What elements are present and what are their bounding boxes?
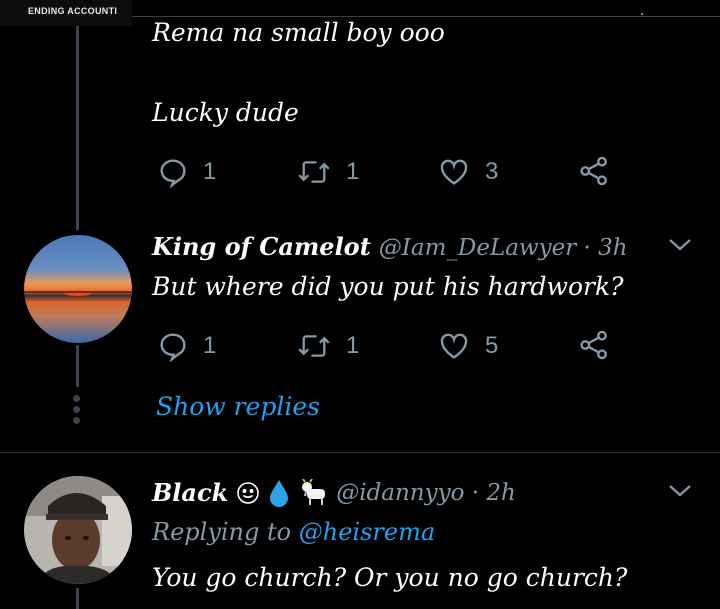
- display-name[interactable]: Black: [152, 478, 228, 507]
- tweet-text-line-2: Lucky dude: [152, 98, 299, 127]
- retweet-count: 1: [346, 332, 360, 359]
- retweet-icon: [298, 335, 330, 357]
- share-icon: [580, 156, 607, 186]
- thread-line: [76, 345, 79, 387]
- tweet-header: King of Camelot @Iam_DeLawyer · 3h: [152, 232, 628, 261]
- trending-header-chip: ENDING ACCOUNTI: [0, 0, 132, 26]
- more-replies-dots: [73, 395, 81, 428]
- tweet-divider: [0, 452, 720, 453]
- display-name[interactable]: King of Camelot: [152, 232, 371, 261]
- reply-count: 1: [203, 158, 217, 185]
- like-button[interactable]: 3: [437, 156, 498, 188]
- thread-line: [76, 26, 79, 230]
- avatar-king-of-camelot[interactable]: [24, 235, 132, 343]
- thread-line: [76, 588, 79, 609]
- handle-timestamp[interactable]: @idannyyo · 2h: [336, 480, 516, 506]
- retweet-button[interactable]: 1: [296, 156, 359, 188]
- sunset-image: [24, 235, 132, 343]
- handle-timestamp[interactable]: @Iam_DeLawyer · 3h: [379, 235, 628, 261]
- retweet-count: 1: [346, 158, 360, 185]
- reply-button[interactable]: 1: [157, 330, 216, 362]
- reply-icon: [160, 159, 186, 188]
- header-dot: [641, 13, 643, 15]
- retweet-button[interactable]: 1: [296, 330, 359, 362]
- tweet-text: But where did you put his hardwork?: [152, 272, 624, 301]
- like-button[interactable]: 5: [437, 330, 498, 362]
- user-photo: [24, 476, 132, 584]
- reply-count: 1: [203, 332, 217, 359]
- smiling-face-emoji: [236, 481, 260, 505]
- heart-icon: [440, 333, 468, 359]
- header-divider: [132, 16, 720, 17]
- share-button[interactable]: [578, 154, 610, 188]
- replying-to-link[interactable]: @heisrema: [299, 518, 435, 546]
- tweet-text: You go church? Or you no go church?: [152, 563, 628, 592]
- replying-to-label: Replying to: [152, 518, 292, 546]
- like-count: 3: [485, 158, 499, 185]
- tweet-text-line-1: Rema na small boy ooo: [152, 18, 445, 47]
- like-count: 5: [485, 332, 499, 359]
- replying-to-line: Replying to @heisrema: [152, 518, 435, 546]
- goat-emoji: [298, 477, 328, 507]
- chevron-down-icon[interactable]: [667, 236, 693, 254]
- chevron-down-icon[interactable]: [667, 482, 693, 500]
- retweet-icon: [298, 161, 330, 183]
- share-icon: [580, 330, 607, 360]
- share-button[interactable]: [578, 328, 610, 362]
- reply-icon: [160, 333, 186, 362]
- heart-icon: [440, 159, 468, 185]
- show-replies-link[interactable]: Show replies: [156, 392, 320, 421]
- droplet-emoji: [268, 479, 290, 507]
- reply-button[interactable]: 1: [157, 156, 216, 188]
- tweet-header: Black @idannyyo · 2h: [152, 477, 516, 507]
- avatar-black[interactable]: [24, 476, 132, 584]
